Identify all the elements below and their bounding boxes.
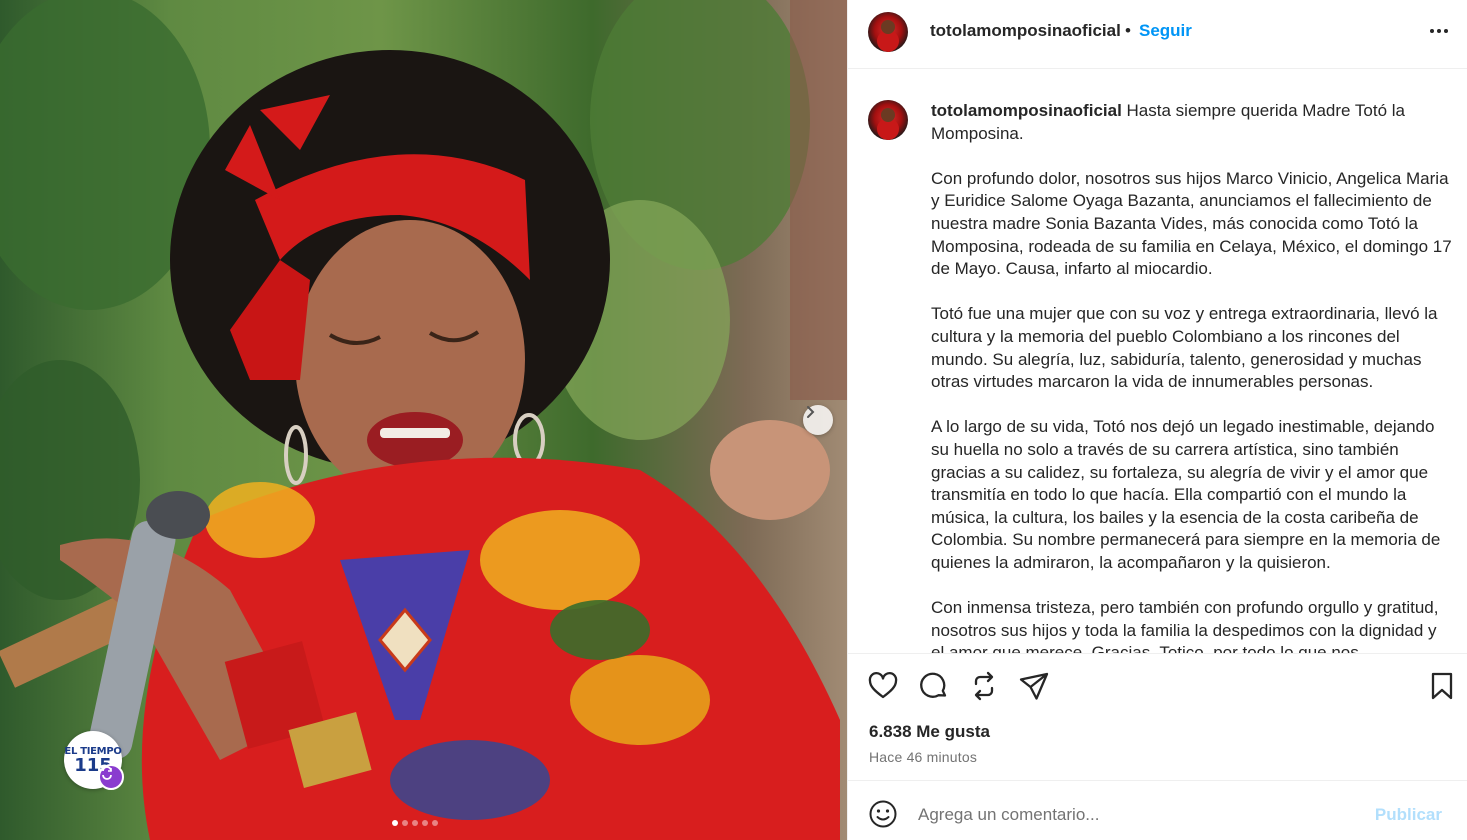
caption-paragraph: Con profundo dolor, nosotros sus hijos M… bbox=[931, 168, 1452, 279]
repost-icon[interactable] bbox=[968, 670, 1000, 702]
post-timestamp[interactable]: Hace 46 minutos bbox=[869, 749, 977, 765]
comment-bar: Publicar bbox=[848, 782, 1467, 840]
save-icon[interactable] bbox=[1426, 670, 1458, 702]
avatar[interactable] bbox=[868, 12, 908, 52]
carousel-dot bbox=[402, 820, 408, 826]
post-side-panel: totolamomposinaoficial • Seguir totolamo… bbox=[847, 0, 1467, 840]
caption-paragraph: A lo largo de su vida, Totó nos dejó un … bbox=[931, 417, 1441, 572]
like-icon[interactable] bbox=[867, 670, 899, 702]
carousel-next-button[interactable] bbox=[803, 405, 833, 435]
carousel-dot bbox=[412, 820, 418, 826]
caption-area[interactable]: totolamomposinaoficial Hasta siempre que… bbox=[848, 70, 1467, 653]
caption-username[interactable]: totolamomposinaoficial bbox=[931, 101, 1122, 120]
emoji-icon[interactable] bbox=[868, 799, 898, 829]
comment-icon[interactable] bbox=[918, 670, 950, 702]
chevron-right-icon bbox=[807, 406, 815, 418]
header-username[interactable]: totolamomposinaoficial bbox=[930, 21, 1121, 41]
separator-bullet: • bbox=[1125, 21, 1131, 40]
likes-count[interactable]: 6.838 Me gusta bbox=[869, 722, 990, 742]
share-icon[interactable] bbox=[1018, 670, 1050, 702]
post-photo-illustration bbox=[0, 0, 847, 840]
publish-button[interactable]: Publicar bbox=[1375, 805, 1442, 825]
caption-first-paragraph: totolamomposinaoficial Hasta siempre que… bbox=[931, 100, 1453, 145]
caption-paragraph: Totó fue una mujer que con su voz y entr… bbox=[931, 304, 1438, 392]
caption-paragraph: Con inmensa tristeza, pero también con p… bbox=[931, 598, 1439, 653]
post-actions: 6.838 Me gusta Hace 46 minutos bbox=[848, 653, 1467, 781]
carousel-dot bbox=[392, 820, 398, 826]
caption-avatar[interactable] bbox=[868, 100, 908, 140]
carousel-dot bbox=[422, 820, 428, 826]
repost-badge-icon bbox=[98, 764, 124, 790]
carousel-dot bbox=[432, 820, 438, 826]
carousel-indicator bbox=[392, 820, 438, 826]
comment-input[interactable] bbox=[918, 802, 1368, 828]
post-header: totolamomposinaoficial • Seguir bbox=[848, 0, 1467, 69]
caption-text: totolamomposinaoficial Hasta siempre que… bbox=[931, 100, 1453, 653]
follow-button[interactable]: Seguir bbox=[1139, 21, 1192, 41]
post-image: EL TIEMPO 115 bbox=[0, 0, 847, 840]
more-options-icon[interactable] bbox=[1428, 20, 1450, 42]
